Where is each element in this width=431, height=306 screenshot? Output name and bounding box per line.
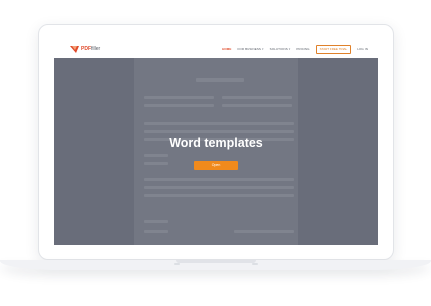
- browser-screen: PDFfiller HOME FOR BUSINESS ▾ SOLUTIONS …: [54, 40, 378, 245]
- login-link[interactable]: LOG IN: [357, 47, 368, 51]
- page-title: Word templates: [169, 136, 263, 150]
- chevron-down-icon: ▾: [288, 47, 291, 51]
- main-nav: HOME FOR BUSINESS ▾ SOLUTIONS ▾ PRICING …: [222, 40, 368, 58]
- dim-overlay: [54, 58, 378, 245]
- logo[interactable]: PDFfiller: [70, 45, 100, 53]
- logo-brand: PDF: [81, 46, 91, 52]
- nav-for-business-label: FOR BUSINESS: [237, 47, 262, 51]
- nav-solutions-label: SOLUTIONS: [269, 47, 288, 51]
- nav-solutions[interactable]: SOLUTIONS ▾: [270, 47, 291, 51]
- nav-home[interactable]: HOME: [222, 47, 231, 51]
- document-preview-background: Word templates Open: [54, 58, 378, 245]
- laptop-foot: [174, 263, 180, 265]
- top-navbar: PDFfiller HOME FOR BUSINESS ▾ SOLUTIONS …: [54, 40, 378, 59]
- start-free-trial-button[interactable]: START FREE TRIAL: [315, 44, 352, 54]
- nav-for-business[interactable]: FOR BUSINESS ▾: [238, 47, 264, 51]
- nav-pricing[interactable]: PRICING: [296, 47, 309, 51]
- laptop-foot: [252, 263, 258, 265]
- logo-suffix: filler: [91, 46, 101, 52]
- laptop-base-notch: [176, 260, 256, 263]
- chevron-down-icon: ▾: [261, 47, 264, 51]
- logo-text: PDFfiller: [81, 45, 100, 53]
- pdffiller-logo-icon: [70, 45, 79, 53]
- open-button[interactable]: Open: [194, 161, 238, 170]
